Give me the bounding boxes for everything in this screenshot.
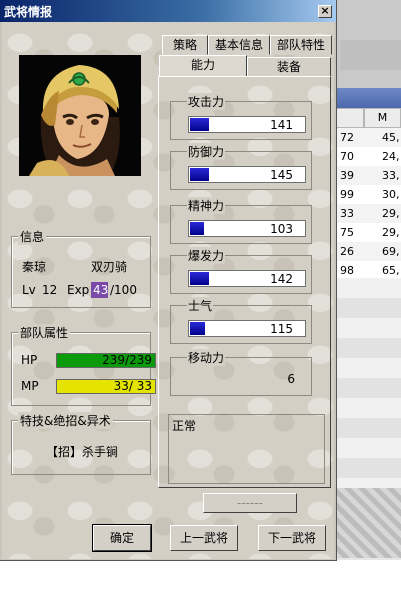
stat-bar-fill [190, 272, 209, 285]
tab-strategy[interactable]: 策略 [162, 35, 208, 55]
stat-label: 攻击力 [187, 93, 226, 110]
stat-value: 115 [270, 322, 293, 336]
background-cell: 45, [382, 131, 400, 144]
confirm-button[interactable]: 确定 [92, 524, 152, 552]
unnamed-button[interactable]: ------ [203, 493, 297, 513]
background-cell: 72 [340, 131, 354, 144]
window-title: 武将情报 [4, 5, 53, 19]
tab-equipment[interactable]: 装备 [247, 57, 331, 77]
background-map-tiles [336, 488, 401, 558]
exp-display: 43 /100 [91, 282, 143, 298]
background-cell: 30, [382, 188, 400, 201]
stat-value: 103 [270, 222, 293, 236]
hp-bar: 239/239 [56, 353, 156, 368]
move-value: 6 [287, 372, 295, 386]
stat-bar: 115 [188, 320, 306, 337]
status-box: 正常 [168, 414, 325, 484]
stat-value: 145 [270, 168, 293, 182]
stat-bar: 141 [188, 116, 306, 133]
background-selected-row [336, 88, 401, 108]
troop-attributes-group: 部队属性 HP 239/239 MP 33/ 33 [11, 324, 156, 406]
skills-group-title: 特技&绝招&异术 [18, 412, 113, 429]
skill-item[interactable]: 【招】杀手锏 [46, 443, 118, 460]
stat-bar-fill [190, 118, 209, 131]
background-cell: 99 [340, 188, 354, 201]
stat-bar-fill [190, 222, 204, 235]
background-toolbar-inner [340, 40, 401, 70]
stat-label: 精神力 [187, 197, 226, 214]
background-cell: 69, [382, 245, 400, 258]
stat-bar: 103 [188, 220, 306, 237]
hp-label: HP [21, 353, 38, 367]
info-group-title: 信息 [18, 228, 47, 245]
background-cell: 33, [382, 169, 400, 182]
title-bar[interactable]: 武将情报 × [0, 0, 336, 22]
tab-ability[interactable]: 能力 [159, 55, 247, 77]
general-portrait [19, 55, 141, 176]
close-icon: × [320, 4, 330, 17]
status-text: 正常 [172, 419, 197, 433]
next-general-button[interactable]: 下一武将 [258, 525, 326, 551]
background-row[interactable]: 72 45, [336, 128, 401, 147]
background-cell: 29, [382, 226, 400, 239]
background-cell: 75 [340, 226, 354, 239]
background-cell: 29, [382, 207, 400, 220]
background-row[interactable]: 33 29, [336, 204, 401, 223]
background-list-area [336, 278, 401, 488]
background-column-header[interactable]: M [364, 108, 401, 128]
move-box: 移动力 6 [170, 349, 312, 396]
stat-bar-fill [190, 168, 209, 181]
general-name: 秦琼 [22, 260, 47, 274]
info-group: 信息 秦琼 双刃骑 Lv 12 Exp 43 /100 [11, 228, 151, 308]
stat-label: 士气 [187, 297, 214, 314]
mp-value: 33/ 33 [113, 379, 152, 393]
background-column-header[interactable] [336, 108, 364, 128]
tab-basic-info[interactable]: 基本信息 [208, 35, 270, 55]
skills-group: 特技&绝招&异术 【招】杀手锏 [11, 412, 151, 475]
prev-general-button[interactable]: 上一武将 [170, 525, 238, 551]
move-label: 移动力 [187, 349, 226, 366]
exp-value: 43 [93, 283, 109, 297]
background-row[interactable]: 39 33, [336, 166, 401, 185]
stat-bar: 142 [188, 270, 306, 287]
troop-group-title: 部队属性 [18, 324, 71, 341]
close-button[interactable]: × [318, 5, 332, 18]
background-row[interactable]: 75 29, [336, 223, 401, 242]
background-row[interactable]: 26 69, [336, 242, 401, 261]
stat-bar-fill [190, 322, 205, 335]
level-label: Lv [22, 283, 36, 297]
level-value: 12 [42, 283, 58, 297]
background-table: M 72 45, 70 24, 39 33, 99 30, 33 29, 75 29, 26 69, 98 6… [336, 108, 401, 278]
portrait-image [19, 55, 141, 176]
mp-label: MP [21, 379, 39, 393]
background-cell: 39 [340, 169, 354, 182]
exp-max: /100 [110, 283, 137, 297]
stat-label: 爆发力 [187, 247, 226, 264]
hp-value: 239/239 [102, 353, 152, 367]
stat-value: 141 [270, 118, 293, 132]
unit-type: 双刃骑 [91, 260, 128, 274]
general-info-dialog: 武将情报 × 信息 秦琼 双刃骑 Lv 12 Exp 43 /100 部队属性 … [0, 0, 337, 561]
stat-label: 防御力 [187, 143, 226, 160]
stat-bar: 145 [188, 166, 306, 183]
background-cell: 24, [382, 150, 400, 163]
mp-bar: 33/ 33 [56, 379, 156, 394]
exp-label: Exp [67, 283, 90, 297]
background-cell: 26 [340, 245, 354, 258]
background-cell: 70 [340, 150, 354, 163]
tab-troop-traits[interactable]: 部队特性 [270, 35, 332, 55]
stat-value: 142 [270, 272, 293, 286]
background-cell: 33 [340, 207, 354, 220]
background-row[interactable]: 70 24, [336, 147, 401, 166]
background-row[interactable]: 99 30, [336, 185, 401, 204]
